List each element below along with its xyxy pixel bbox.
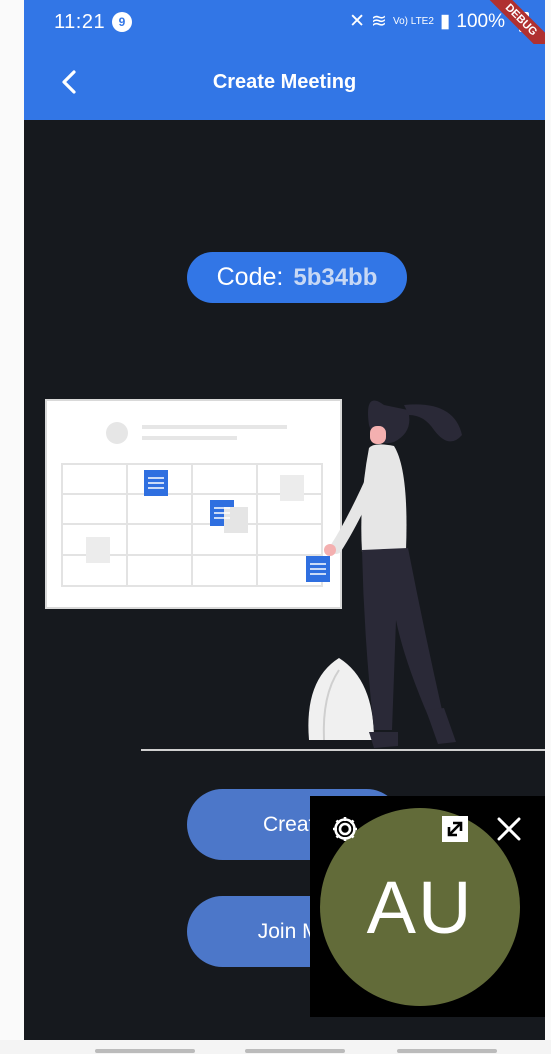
- nav-home-button[interactable]: [245, 1049, 345, 1053]
- meeting-code-chip: Code: 5b34bb: [187, 252, 407, 303]
- app-bar: Create Meeting: [24, 44, 545, 120]
- notification-badge: 9: [112, 12, 132, 32]
- network-label: Vo) LTE2: [392, 16, 434, 27]
- system-nav-bar: [0, 1040, 551, 1054]
- phone-screen: 11:21 9 ✕ ≋ Vo) LTE2 ▮ 100% DEBUG Create…: [24, 0, 545, 1054]
- status-icons: ✕ ≋ Vo) LTE2 ▮ 100%: [349, 10, 505, 33]
- expand-icon[interactable]: [440, 814, 470, 844]
- settings-gear-icon[interactable]: [330, 814, 360, 844]
- status-time: 11:21: [54, 11, 106, 33]
- status-bar: 11:21 9 ✕ ≋ Vo) LTE2 ▮ 100% DEBUG: [24, 0, 545, 69]
- meeting-illustration: [45, 399, 545, 751]
- meeting-code-value: 5b34bb: [293, 263, 378, 291]
- nav-back-button[interactable]: [397, 1049, 497, 1053]
- nav-recent-button[interactable]: [95, 1049, 195, 1053]
- mute-icon: ✕: [349, 11, 366, 32]
- meeting-code-label: Code:: [216, 263, 284, 291]
- page-title: Create Meeting: [212, 71, 357, 93]
- close-icon[interactable]: [494, 814, 524, 844]
- battery-percent: 100%: [456, 10, 505, 32]
- wifi-icon: ≋: [371, 11, 387, 32]
- pip-video-overlay[interactable]: AU: [310, 796, 545, 1017]
- signal-icon: ▮: [439, 11, 451, 32]
